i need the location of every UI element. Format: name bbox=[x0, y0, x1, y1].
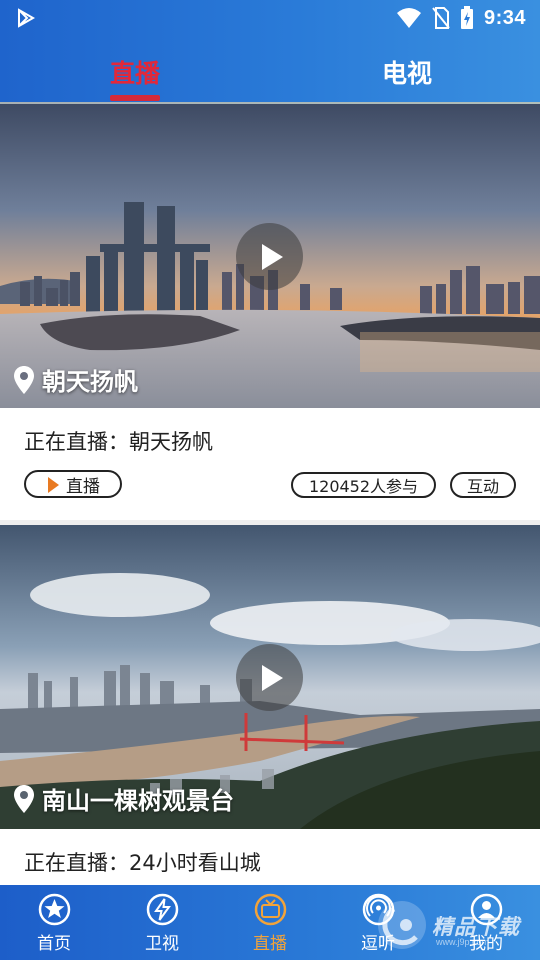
top-tabs: 直播 电视 bbox=[0, 40, 540, 104]
wifi-icon bbox=[396, 8, 421, 28]
interact-button[interactable]: 互动 bbox=[450, 472, 516, 498]
star-icon bbox=[38, 893, 71, 926]
live-play-triangle-icon bbox=[48, 477, 59, 493]
location-name: 南山一棵树观景台 bbox=[42, 787, 234, 815]
status-bar: 9:34 bbox=[0, 0, 540, 36]
lightning-icon bbox=[146, 893, 179, 926]
location-name: 朝天扬帆 bbox=[42, 368, 138, 396]
nav-satellite-tv-label: 卫视 bbox=[145, 934, 179, 954]
play-icon bbox=[262, 244, 283, 270]
bottom-navigation: 首页 卫视 直播 逗听 我的 精品下载 www.j9p.com bbox=[0, 885, 540, 960]
now-playing-text: 正在直播：24小时看山城 bbox=[24, 851, 261, 875]
tv-icon bbox=[254, 893, 287, 926]
nav-live-label: 直播 bbox=[253, 934, 287, 954]
battery-icon bbox=[460, 6, 473, 29]
play-store-icon bbox=[18, 8, 36, 28]
tab-tv[interactable]: 电视 bbox=[382, 54, 432, 90]
nav-home[interactable]: 首页 bbox=[0, 885, 108, 960]
nav-home-label: 首页 bbox=[37, 934, 71, 954]
play-icon bbox=[262, 665, 283, 691]
location-title: 朝天扬帆 bbox=[14, 362, 138, 397]
play-button[interactable] bbox=[236, 223, 303, 290]
channel-card[interactable]: 朝天扬帆 正在直播：朝天扬帆 直播 120452人参与 互动 bbox=[0, 104, 540, 524]
clock: 9:34 bbox=[483, 6, 526, 29]
nav-satellite-tv[interactable]: 卫视 bbox=[108, 885, 216, 960]
channel-card[interactable]: 南山一棵树观景台 正在直播：24小时看山城 bbox=[0, 525, 540, 885]
no-sim-icon bbox=[432, 7, 450, 29]
participant-count-badge: 120452人参与 bbox=[291, 472, 436, 498]
location-title: 南山一棵树观景台 bbox=[14, 781, 234, 816]
watermark-url: www.j9p.com bbox=[436, 937, 490, 947]
active-tab-indicator bbox=[110, 95, 160, 101]
watermark-overlay: 精品下载 www.j9p.com bbox=[374, 897, 540, 955]
location-pin-icon bbox=[14, 784, 34, 813]
live-button-label: 直播 bbox=[66, 476, 100, 497]
location-pin-icon bbox=[14, 365, 34, 394]
now-playing-text: 正在直播：朝天扬帆 bbox=[24, 430, 213, 454]
watermark-logo-icon bbox=[378, 901, 426, 949]
play-button[interactable] bbox=[236, 644, 303, 711]
tab-live[interactable]: 直播 bbox=[110, 54, 160, 90]
channel-thumbnail[interactable]: 朝天扬帆 bbox=[0, 104, 540, 408]
top-header: 9:34 直播 电视 bbox=[0, 0, 540, 105]
live-button[interactable]: 直播 bbox=[24, 470, 122, 498]
nav-live[interactable]: 直播 bbox=[216, 885, 324, 960]
channel-thumbnail[interactable]: 南山一棵树观景台 bbox=[0, 525, 540, 829]
